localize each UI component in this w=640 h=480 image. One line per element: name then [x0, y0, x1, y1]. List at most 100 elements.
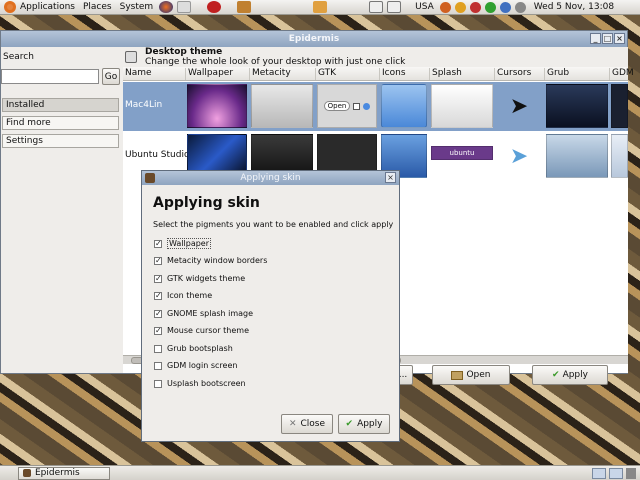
dialog-titlebar[interactable]: Applying skin ×: [142, 171, 399, 185]
sidebar-item-label: Find more: [6, 118, 51, 128]
checkbox[interactable]: [154, 291, 162, 300]
checkbox[interactable]: [154, 239, 162, 248]
option-label: Mouse cursor theme: [167, 326, 249, 335]
applications-menu-label: Applications: [20, 2, 75, 12]
top-panel: Applications Places System USA Wed 5 Nov…: [0, 0, 640, 15]
system-menu[interactable]: System: [116, 0, 158, 15]
taskbar-label: Epidermis: [35, 468, 80, 478]
checkbox[interactable]: [154, 361, 162, 370]
option-icons[interactable]: Icon theme: [154, 291, 212, 300]
option-label: GDM login screen: [167, 361, 238, 370]
wallpaper-thumbnail: [187, 84, 247, 128]
open-folder-icon: [451, 370, 464, 380]
checkbox[interactable]: [154, 344, 162, 353]
option-label: Icon theme: [167, 291, 213, 300]
checkbox[interactable]: [154, 379, 162, 388]
close-icon: ✕: [288, 419, 297, 429]
column-header-gtk[interactable]: GTK: [315, 68, 336, 80]
theme-table-header: Name Wallpaper Metacity GTK Icons Splash…: [123, 67, 634, 81]
trash-icon[interactable]: [626, 467, 636, 479]
checkbox[interactable]: [154, 256, 162, 265]
clock[interactable]: Wed 5 Nov, 13:08: [534, 2, 614, 12]
workspace-2[interactable]: [609, 467, 623, 479]
search-input[interactable]: [1, 69, 99, 84]
alert-icon[interactable]: [469, 1, 481, 13]
option-metacity[interactable]: Metacity window borders: [154, 256, 267, 265]
dialog-heading: Applying skin: [153, 195, 260, 211]
network-icon[interactable]: [484, 1, 496, 13]
column-header-metacity[interactable]: Metacity: [249, 68, 291, 80]
update-icon[interactable]: [439, 1, 451, 13]
close-window-button[interactable]: ×: [614, 33, 625, 44]
option-splash[interactable]: GNOME splash image: [154, 309, 253, 318]
dialog-close-button[interactable]: ✕ Close: [281, 414, 333, 434]
option-gtk[interactable]: GTK widgets theme: [154, 274, 245, 283]
checkbox[interactable]: [154, 274, 162, 283]
places-menu[interactable]: Places: [79, 0, 116, 15]
applications-menu[interactable]: Applications: [0, 0, 79, 15]
column-header-wallpaper[interactable]: Wallpaper: [185, 68, 233, 80]
epidermis-icon: [145, 173, 155, 183]
minimize-button[interactable]: _: [590, 33, 601, 44]
option-wallpaper[interactable]: Wallpaper: [154, 238, 212, 249]
keys-icon[interactable]: [313, 1, 328, 13]
applying-skin-dialog: Applying skin × Applying skin Select the…: [141, 170, 400, 442]
column-header-grub[interactable]: Grub: [544, 68, 569, 80]
sidebar-item-find-more[interactable]: Find more: [2, 116, 119, 130]
option-label: Wallpaper: [167, 238, 212, 249]
window-list-icon[interactable]: [369, 1, 384, 13]
sidebar-item-installed[interactable]: Installed: [2, 98, 119, 112]
mail-launcher-icon[interactable]: [177, 1, 192, 13]
metacity-thumbnail: [251, 84, 313, 128]
apply-button[interactable]: ✔ Apply: [532, 365, 608, 385]
bluetooth-icon[interactable]: [499, 1, 511, 13]
open-button-label: Open: [466, 370, 491, 380]
dialog-title: Applying skin: [240, 173, 301, 183]
mouse-cursor-icon: ➤: [509, 143, 529, 169]
column-header-cursors[interactable]: Cursors: [494, 68, 531, 80]
option-grub[interactable]: Grub bootsplash: [154, 344, 233, 353]
volume-icon[interactable]: [514, 1, 526, 13]
show-desktop-icon[interactable]: [387, 1, 402, 13]
sidebar-item-settings[interactable]: Settings: [2, 134, 119, 148]
column-header-name[interactable]: Name: [123, 68, 152, 80]
option-usplash[interactable]: Usplash bootscreen: [154, 379, 246, 388]
column-header-icons[interactable]: Icons: [379, 68, 406, 80]
gtk-thumbnail: Open: [317, 84, 377, 128]
dialog-instructions: Select the pigments you want to be enabl…: [153, 220, 394, 229]
option-label: Grub bootsplash: [167, 344, 233, 353]
content-title: Desktop theme: [145, 47, 223, 57]
keyboard-layout[interactable]: USA: [411, 0, 438, 15]
search-label: Search: [3, 52, 34, 62]
grub-thumbnail: [546, 134, 608, 178]
option-label: GTK widgets theme: [167, 274, 246, 283]
tiger-launcher-icon[interactable]: [237, 1, 252, 13]
opera-launcher-icon[interactable]: [207, 1, 222, 13]
taskbar-epidermis[interactable]: Epidermis: [18, 466, 110, 480]
column-header-gdm[interactable]: GDM: [609, 68, 634, 80]
firefox-launcher-icon[interactable]: [159, 1, 174, 13]
workspace-1[interactable]: [592, 467, 606, 479]
option-gdm[interactable]: GDM login screen: [154, 361, 237, 370]
content-subtitle: Change the whole look of your desktop wi…: [145, 57, 406, 67]
checkbox[interactable]: [154, 326, 162, 335]
notification-icon[interactable]: [454, 1, 466, 13]
theme-name: Mac4Lin: [125, 100, 163, 110]
open-button[interactable]: Open: [432, 365, 510, 385]
checkbox[interactable]: [154, 309, 162, 318]
gnome-foot-icon: [4, 1, 16, 13]
folder-icon: [381, 84, 427, 128]
column-header-splash[interactable]: Splash: [429, 68, 462, 80]
dialog-close-icon[interactable]: ×: [385, 172, 396, 183]
go-button[interactable]: Go: [102, 68, 120, 85]
desktop-theme-icon: [125, 51, 137, 63]
sidebar-item-label: Settings: [6, 136, 43, 146]
option-cursor[interactable]: Mouse cursor theme: [154, 326, 249, 335]
places-menu-label: Places: [82, 2, 112, 12]
theme-name: Ubuntu Studio: [125, 150, 190, 160]
window-titlebar[interactable]: Epidermis _ □ ×: [1, 31, 627, 47]
option-label: Metacity window borders: [167, 256, 268, 265]
table-row-mac4lin[interactable]: Mac4Lin Open ➤: [123, 82, 628, 131]
maximize-button[interactable]: □: [602, 33, 613, 44]
dialog-apply-button[interactable]: ✔ Apply: [338, 414, 390, 434]
